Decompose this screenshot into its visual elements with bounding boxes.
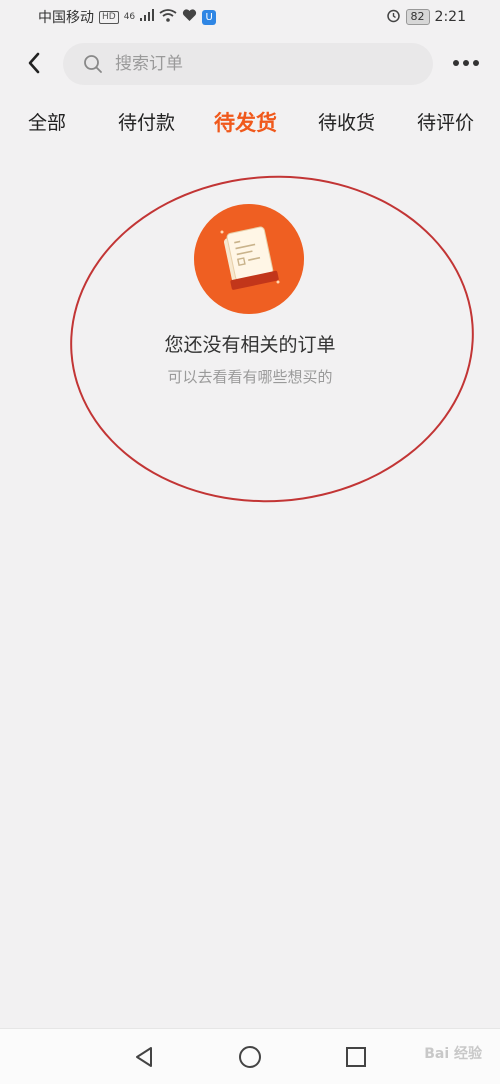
header: [0, 40, 500, 88]
network-type: 46: [123, 12, 136, 22]
tab-pending-review[interactable]: 待评价: [417, 108, 474, 135]
order-status-tabs: 全部 待付款 待发货 待收货 待评价: [0, 100, 500, 148]
search-icon: [84, 55, 102, 73]
status-right: 82 2:21: [386, 8, 466, 27]
empty-state-title: 您还没有相关的订单: [164, 334, 336, 356]
status-bar: 中国移动 HD 46 U 82 2:21: [0, 0, 500, 34]
tab-pending-payment[interactable]: 待付款: [118, 108, 175, 135]
tab-all[interactable]: 全部: [28, 108, 66, 135]
carrier-name: 中国移动: [38, 10, 94, 26]
search-box[interactable]: [63, 43, 433, 85]
more-dot-icon: [473, 60, 479, 66]
shield-icon: U: [202, 9, 217, 25]
circle-home-icon: [239, 1046, 261, 1068]
square-recents-icon: [346, 1047, 366, 1067]
search-input[interactable]: [113, 53, 397, 75]
more-options-button[interactable]: [446, 52, 486, 74]
empty-state-subtitle: 可以去看看有哪些想买的: [167, 368, 333, 386]
back-button[interactable]: [20, 48, 48, 78]
nav-home-button[interactable]: [236, 1043, 264, 1071]
hd-badge: HD: [99, 10, 119, 24]
nav-recents-button[interactable]: [342, 1043, 370, 1071]
alarm-icon: [386, 8, 401, 27]
wifi-icon: [159, 8, 177, 26]
empty-state: 您还没有相关的订单 可以去看看有哪些想买的: [0, 162, 500, 516]
status-left: 中国移动 HD 46 U: [38, 7, 217, 27]
watermark: Bai 经验: [424, 1046, 482, 1062]
triangle-back-icon: [136, 1047, 152, 1067]
tab-pending-receipt[interactable]: 待收货: [318, 108, 375, 135]
battery-indicator: 82: [405, 9, 430, 25]
nav-back-button[interactable]: [130, 1043, 158, 1071]
more-dot-icon: [453, 60, 459, 66]
system-nav-bar: Bai 经验: [0, 1028, 500, 1084]
heart-icon: [182, 8, 197, 26]
signal-icon: [140, 9, 155, 25]
more-dot-icon: [463, 60, 469, 66]
tab-pending-shipment[interactable]: 待发货: [214, 107, 277, 137]
chevron-left-icon: [28, 52, 40, 74]
clock: 2:21: [434, 9, 466, 25]
empty-orders-illustration-icon: [194, 204, 304, 314]
